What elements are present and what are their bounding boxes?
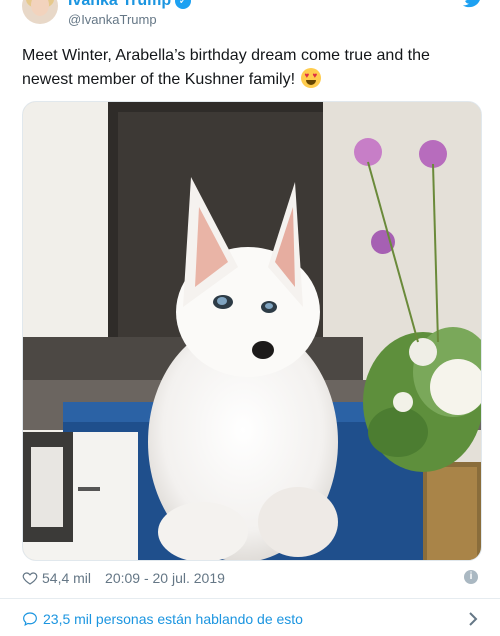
info-icon[interactable]: i (464, 570, 478, 584)
avatar[interactable] (22, 0, 58, 24)
tweet-footer: 54,4 mil 20:09 - 20 jul. 2019 i (22, 568, 480, 588)
tweet-header: Ivanka Trump ✓ @IvankaTrump (22, 0, 482, 36)
conversation-link[interactable]: 23,5 mil personas están hablando de esto (22, 608, 480, 630)
author-name-row[interactable]: Ivanka Trump ✓ (68, 0, 192, 10)
tweet-timestamp[interactable]: 20:09 - 20 jul. 2019 (105, 570, 225, 586)
chevron-right-icon[interactable] (468, 611, 478, 627)
author-name[interactable]: Ivanka Trump (68, 0, 171, 10)
twitter-bird-icon[interactable] (462, 0, 484, 10)
like-count[interactable]: 54,4 mil (42, 570, 91, 586)
puppy-photo (23, 102, 481, 560)
verified-badge-icon: ✓ (175, 0, 192, 9)
heart-eyes-emoji-icon: ♥ ♥ (301, 68, 322, 88)
tweet-body: Meet Winter, Arabella’s birthday dream c… (22, 47, 430, 88)
conversation-label[interactable]: 23,5 mil personas están hablando de esto (43, 611, 303, 627)
tweet-photo[interactable] (22, 101, 482, 561)
divider (0, 598, 500, 599)
tweet-text: Meet Winter, Arabella’s birthday dream c… (22, 44, 482, 92)
heart-icon[interactable] (22, 570, 38, 586)
speech-bubble-icon (23, 612, 37, 626)
author-handle[interactable]: @IvankaTrump (68, 12, 157, 27)
tweet-card: Ivanka Trump ✓ @IvankaTrump Meet Winter,… (0, 0, 500, 636)
